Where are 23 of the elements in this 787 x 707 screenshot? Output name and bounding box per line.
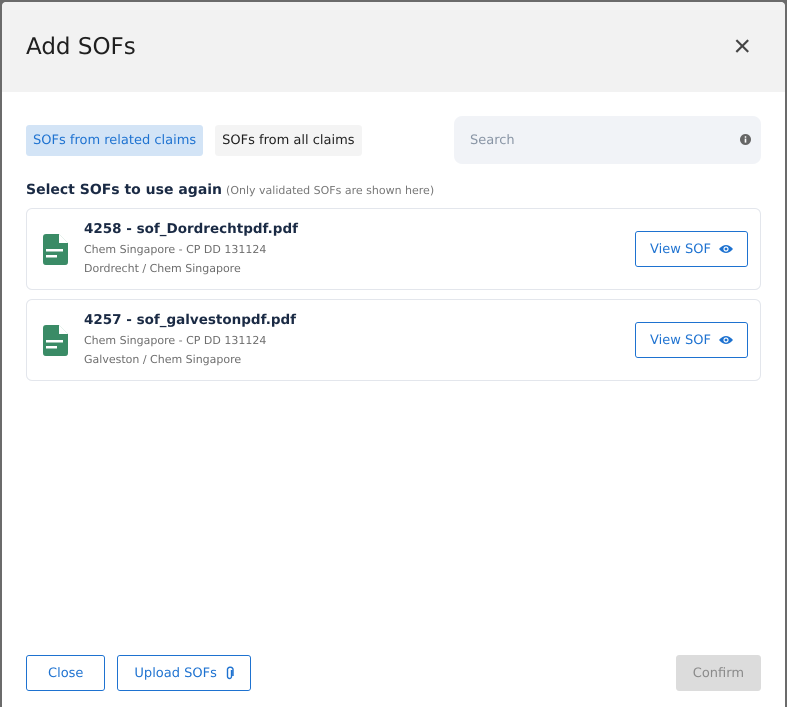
close-button[interactable]: × [729,32,755,62]
dialog-title: Add SOFs [26,34,136,60]
section-heading: Select SOFs to use again [26,182,222,198]
tab[interactable]: SOFs from all claims [215,124,362,156]
search-field[interactable]: Search [454,116,761,164]
document-icon [43,234,68,264]
document-icon [43,324,68,356]
paperclip-icon [224,666,234,680]
view-sof-button[interactable]: View SOF [635,231,748,267]
upload-button[interactable]: Upload SOFs [117,655,251,691]
info-icon [740,134,751,145]
file-detail: Chem Singapore - CP DD 131124 [84,332,268,348]
file-location: Dordrecht / Chem Singapore [84,260,242,276]
view-sof-button[interactable]: View SOF [635,322,748,358]
eye-icon [719,335,733,345]
file-name: 4258 - sof_Dordrechtpdf.pdf [84,220,300,236]
file-location: Galveston / Chem Singapore [84,352,242,368]
tab[interactable]: SOFs from related claims [26,124,204,156]
file-detail: Chem Singapore - CP DD 131124 [84,242,268,258]
file-name: 4257 - sof_galvestonpdf.pdf [84,312,298,328]
eye-icon [719,244,733,254]
close-dialog-button[interactable]: Close [26,655,106,691]
section-note: (Only validated SOFs are shown here) [226,184,434,197]
